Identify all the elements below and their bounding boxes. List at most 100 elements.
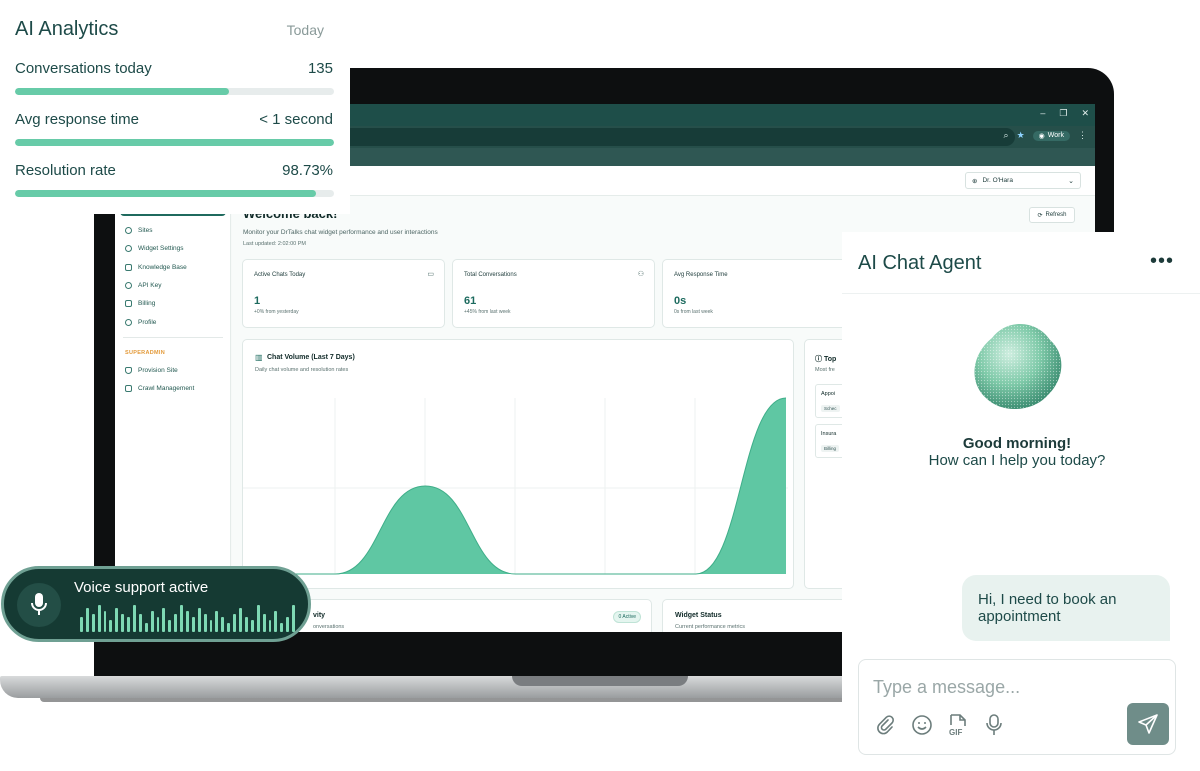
- topics-title: Top: [823, 356, 837, 363]
- stage: – ❐ ✕ ⌕ ★ ◉ Work ⋮ Sites Widget Settings…: [0, 0, 1200, 771]
- sidebar-item-sites[interactable]: Sites: [125, 227, 152, 234]
- sidebar-item-widget-settings[interactable]: Widget Settings: [125, 245, 184, 252]
- waveform-bar: [150, 611, 154, 632]
- sidebar-item-billing[interactable]: Billing: [125, 300, 155, 307]
- microphone-button[interactable]: [17, 583, 61, 627]
- waveform-bar: [186, 611, 189, 632]
- minimize-icon[interactable]: –: [1040, 108, 1045, 119]
- waveform-bar: [168, 620, 172, 632]
- sidebar-item-label: Knowledge Base: [138, 264, 187, 271]
- ai-orb-avatar: [974, 323, 1062, 410]
- chart-subtitle: Daily chat volume and resolution rates: [255, 367, 349, 373]
- waveform-bar: [256, 605, 260, 632]
- waveform-bar: [109, 620, 113, 632]
- metric-progress-bar: [15, 88, 334, 95]
- waveform-bar: [127, 617, 131, 632]
- sidebar-item-api-key[interactable]: API Key: [125, 282, 161, 289]
- analytics-title: AI Analytics: [15, 18, 119, 40]
- stat-card-active-chats: Active Chats Today ▭ 1 +0% from yesterda…: [242, 259, 445, 328]
- emoji-icon[interactable]: [911, 714, 933, 736]
- book-icon: [125, 264, 132, 271]
- zoom-icon[interactable]: ⌕: [1004, 130, 1009, 141]
- stat-value: 0s: [674, 295, 687, 307]
- waveform-bar: [180, 605, 184, 632]
- analytics-period: Today: [286, 22, 324, 38]
- chat-header: AI Chat Agent •••: [842, 232, 1200, 294]
- card-icon: [125, 300, 132, 307]
- metric-progress-fill: [15, 190, 317, 197]
- stat-card-total-conversations: Total Conversations ⚇ 61 +45% from last …: [452, 259, 655, 328]
- kebab-menu-icon[interactable]: ⋮: [1078, 130, 1087, 141]
- topic-title: Appoi: [821, 391, 836, 397]
- stat-label: Avg Response Time: [674, 272, 728, 278]
- globe-icon: [125, 227, 132, 234]
- widget-status-title: Widget Status: [675, 612, 722, 619]
- refresh-icon: ⟳: [1037, 212, 1043, 219]
- more-options-icon[interactable]: •••: [1150, 250, 1174, 273]
- metric-label: Avg response time: [15, 111, 139, 128]
- sidebar-item-label: Crawl Management: [138, 385, 195, 392]
- sidebar-item-knowledge-base[interactable]: Knowledge Base: [125, 264, 187, 271]
- microphone-icon[interactable]: [983, 714, 1005, 736]
- waveform-bar: [85, 608, 89, 632]
- waveform-bar: [292, 605, 295, 632]
- waveform-bar: [144, 623, 148, 632]
- info-icon: ⓘ: [815, 356, 822, 363]
- voice-label: Voice support active: [74, 579, 209, 596]
- stat-value: 61: [464, 295, 477, 307]
- bar-chart-icon: ▥: [255, 353, 263, 362]
- topic-title: Insura: [821, 431, 837, 437]
- widget-status-subtitle: Current performance metrics: [675, 624, 745, 630]
- waveform-bar: [174, 614, 178, 632]
- ai-analytics-card: AI Analytics Today Conversations today 1…: [0, 0, 350, 214]
- waveform-bar: [80, 617, 83, 632]
- voice-support-pill[interactable]: Voice support active: [1, 566, 311, 642]
- waveform-bar: [250, 620, 254, 632]
- waveform-bar: [197, 608, 201, 632]
- waveform-bar: [138, 614, 142, 632]
- app-sidebar: Sites Widget Settings Knowledge Base API…: [115, 166, 231, 632]
- sidebar-item-label: Provision Site: [138, 367, 178, 374]
- metric-label: Resolution rate: [15, 162, 116, 179]
- user-icon: [125, 319, 132, 326]
- restore-icon[interactable]: ❐: [1059, 108, 1067, 119]
- profile-chip[interactable]: ◉ Work: [1032, 130, 1070, 141]
- app-topbar: ⊕ Dr. O'Hara ⌄: [232, 166, 1095, 196]
- refresh-button[interactable]: ⟳ Refresh: [1029, 207, 1075, 223]
- waveform-bar: [274, 611, 278, 632]
- chat-icon: ▭: [427, 271, 434, 278]
- chat-greeting: Good morning!: [962, 435, 1072, 452]
- page-subtitle: Monitor your DrTalks chat widget perform…: [243, 229, 438, 236]
- metric-progress-bar: [15, 139, 334, 146]
- chat-prompt: How can I help you today?: [928, 452, 1106, 469]
- close-icon[interactable]: ✕: [1081, 108, 1089, 119]
- waveform-bar: [209, 620, 213, 632]
- send-button[interactable]: [1127, 703, 1169, 745]
- waveform-bar: [121, 614, 125, 632]
- attachment-icon[interactable]: [875, 714, 897, 736]
- gif-icon[interactable]: GIF: [947, 714, 969, 737]
- waveform-bar: [221, 617, 225, 632]
- waveform-bar: [233, 614, 237, 632]
- activity-title: vity: [313, 612, 326, 619]
- sidebar-item-crawl-management[interactable]: Crawl Management: [125, 385, 194, 392]
- waveform-bar: [215, 611, 219, 632]
- topic-badge: Billing: [821, 445, 840, 452]
- sidebar-item-provision-site[interactable]: Provision Site: [125, 367, 178, 374]
- user-select[interactable]: ⊕ Dr. O'Hara ⌄: [965, 172, 1081, 189]
- message-input[interactable]: [873, 674, 1133, 700]
- waveform-bar: [227, 623, 231, 632]
- globe-icon: ⊕: [972, 177, 978, 185]
- chat-title: AI Chat Agent: [858, 252, 982, 274]
- last-updated: Last updated: 2:02:00 PM: [243, 241, 306, 247]
- waveform-bar: [91, 614, 95, 632]
- waveform-bar: [262, 614, 266, 632]
- star-icon[interactable]: ★: [1017, 130, 1025, 141]
- sidebar-section-label: SUPERADMIN: [125, 350, 165, 356]
- user-message-bubble: Hi, I need to book an appointment: [962, 575, 1170, 641]
- voice-waveform: [80, 602, 295, 632]
- key-icon: [125, 282, 132, 289]
- profile-avatar-icon: ◉: [1038, 132, 1045, 140]
- metric-progress-fill: [15, 139, 334, 146]
- sidebar-item-profile[interactable]: Profile: [125, 319, 156, 326]
